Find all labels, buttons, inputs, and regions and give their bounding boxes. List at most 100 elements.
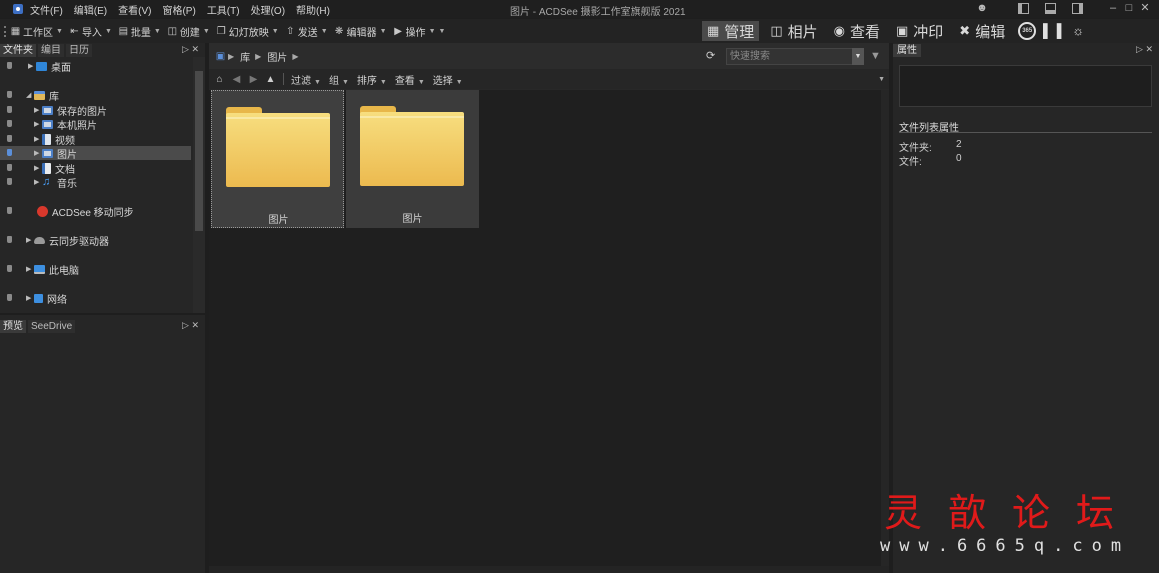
tree-item-video[interactable]: ▶ 视频	[0, 132, 191, 147]
pin-icon[interactable]	[7, 294, 12, 301]
mode-edit-tab[interactable]: ✖ 编辑	[954, 21, 1010, 41]
tree-item-camera-roll[interactable]: ▶ 本机照片	[0, 117, 191, 132]
menu-tools[interactable]: 工具(T)	[207, 2, 240, 17]
breadcrumb-library[interactable]: 库	[240, 49, 250, 64]
tree-item-desktop[interactable]: ▶ 桌面	[0, 59, 191, 74]
tree-item-pictures[interactable]: ▶ 图片	[0, 146, 191, 161]
mode-photos-tab[interactable]: ◫ 相片	[765, 21, 822, 41]
account-icon[interactable]: ☻	[974, 1, 990, 15]
expand-arrow-icon[interactable]: ▶	[26, 236, 34, 244]
pin-icon[interactable]	[7, 62, 12, 69]
home-icon[interactable]: ⌂	[213, 73, 226, 86]
tree-item-documents[interactable]: ▶ 文档	[0, 161, 191, 176]
layout-right-panel-icon[interactable]	[1072, 2, 1083, 14]
pin-icon[interactable]	[7, 164, 12, 171]
sort-menu[interactable]: 排序 ▼	[357, 72, 387, 87]
close-button[interactable]: ✕	[1137, 1, 1153, 15]
tab-preview[interactable]: 预览	[0, 320, 26, 333]
toolbar-import-button[interactable]: ⇤ 导入 ▼	[69, 24, 112, 39]
pin-icon[interactable]	[7, 149, 12, 156]
mode-develop-tab[interactable]: ▣ 冲印	[891, 21, 948, 41]
expand-arrow-icon[interactable]: ▶	[34, 135, 42, 143]
view-menu[interactable]: 查看 ▼	[395, 72, 425, 87]
filter-menu[interactable]: 过滤 ▼	[291, 72, 321, 87]
layout-bottom-panel-icon[interactable]	[1045, 2, 1056, 14]
menu-help[interactable]: 帮助(H)	[296, 2, 330, 17]
filter-funnel-icon[interactable]: ▼	[870, 49, 884, 63]
tree-item-acdsee-mobile-sync[interactable]: ACDSee 移动同步	[0, 204, 191, 219]
tree-item-library[interactable]: ◢ 库	[0, 88, 191, 103]
menu-file[interactable]: 文件(F)	[30, 2, 63, 17]
tree-item-music[interactable]: ▶ ♫ 音乐	[0, 175, 191, 190]
tab-catalog[interactable]: 编目	[38, 44, 64, 57]
pin-icon[interactable]	[7, 236, 12, 243]
toolbar-workspace-button[interactable]: ▦ 工作区 ▼	[10, 24, 63, 39]
toolbar-send-button[interactable]: ⇧ 发送 ▼	[285, 24, 328, 39]
dashboard-bars-icon[interactable]: ▌▐	[1042, 21, 1062, 41]
up-folder-icon[interactable]: ▲	[264, 73, 277, 86]
back-icon[interactable]: ◀	[230, 73, 243, 86]
expand-arrow-icon[interactable]: ▶	[34, 120, 42, 128]
tab-properties[interactable]: 属性	[893, 43, 921, 57]
tree-item-this-pc[interactable]: ▶ 此电脑	[0, 262, 191, 277]
pin-icon[interactable]	[7, 207, 12, 214]
pin-icon[interactable]	[7, 106, 12, 113]
nav-overflow-icon[interactable]: ▼	[878, 76, 885, 83]
pin-icon[interactable]	[7, 265, 12, 272]
toolbar-batch-button[interactable]: ▤ 批量 ▼	[118, 24, 161, 39]
minimize-button[interactable]: –	[1105, 1, 1121, 15]
panel-pin-close-controls[interactable]: ▷ ✕	[1136, 44, 1153, 55]
menu-edit[interactable]: 编辑(E)	[74, 2, 107, 17]
acdsee-365-icon[interactable]: 365	[1018, 22, 1037, 40]
quick-search-input[interactable]: 快速搜索	[726, 48, 863, 65]
acdsee-app-icon[interactable]	[13, 4, 23, 14]
folder-tile[interactable]: 图片	[211, 90, 344, 228]
toolbar-create-button[interactable]: ◫ 创建 ▼	[167, 24, 210, 39]
computer-icon[interactable]: ▣	[215, 51, 226, 62]
search-dropdown-button[interactable]: ▼	[852, 48, 864, 65]
scrollbar-thumb[interactable]	[195, 71, 203, 231]
breadcrumb-separator-icon[interactable]: ▶	[292, 52, 298, 61]
toolbar-actions-button[interactable]: ▶ 操作 ▼ ▼	[393, 24, 446, 39]
mode-manage-tab[interactable]: ▦ 管理	[702, 21, 760, 41]
breadcrumb-separator-icon[interactable]: ▶	[228, 52, 234, 61]
pin-icon[interactable]	[7, 135, 12, 142]
tree-item-saved-pictures[interactable]: ▶ 保存的图片	[0, 103, 191, 118]
pin-icon[interactable]	[7, 91, 12, 98]
expand-arrow-icon[interactable]: ▶	[34, 106, 42, 114]
group-menu[interactable]: 组 ▼	[329, 72, 349, 87]
breadcrumb-pictures[interactable]: 图片	[267, 49, 287, 64]
panel-pin-close-controls[interactable]: ▷ ✕	[182, 320, 199, 331]
wifi-eye-icon[interactable]: ☼	[1068, 21, 1088, 41]
collapse-arrow-icon[interactable]: ◢	[26, 91, 34, 99]
folder-tile[interactable]: 图片	[346, 90, 479, 228]
tab-seedrive[interactable]: SeeDrive	[28, 320, 76, 333]
breadcrumb-separator-icon[interactable]: ▶	[255, 52, 261, 61]
expand-arrow-icon[interactable]: ▶	[34, 164, 42, 172]
toolbar-overflow-icon[interactable]: ▼	[439, 28, 446, 35]
menu-process[interactable]: 处理(O)	[251, 2, 285, 17]
tree-item-network[interactable]: ▶ 网络	[0, 291, 191, 306]
menu-pane[interactable]: 窗格(P)	[162, 2, 195, 17]
refresh-icon[interactable]: ⟳	[706, 49, 720, 63]
pin-icon[interactable]	[7, 120, 12, 127]
tree-item-cloud-sync[interactable]: ▶ 云同步驱动器	[0, 233, 191, 248]
expand-arrow-icon[interactable]: ▶	[34, 178, 42, 186]
expand-arrow-icon[interactable]: ▶	[28, 62, 36, 70]
pin-icon[interactable]	[7, 178, 12, 185]
select-menu[interactable]: 选择 ▼	[433, 72, 463, 87]
maximize-button[interactable]: □	[1121, 1, 1137, 15]
folder-tree-scrollbar[interactable]	[193, 57, 205, 313]
forward-icon[interactable]: ▶	[247, 73, 260, 86]
expand-arrow-icon[interactable]: ▶	[34, 149, 42, 157]
expand-arrow-icon[interactable]: ▶	[26, 265, 34, 273]
expand-arrow-icon[interactable]: ▶	[26, 294, 34, 302]
layout-left-panel-icon[interactable]	[1018, 2, 1029, 14]
panel-pin-close-controls[interactable]: ▷ ✕	[182, 44, 199, 55]
toolbar-slideshow-button[interactable]: ❐ 幻灯放映 ▼	[216, 24, 279, 39]
menu-view[interactable]: 查看(V)	[118, 2, 151, 17]
tab-folders[interactable]: 文件夹	[0, 44, 36, 57]
tab-calendar[interactable]: 日历	[66, 44, 92, 57]
mode-view-tab[interactable]: ◉ 查看	[829, 21, 885, 41]
toolbar-editor-button[interactable]: ❋ 编辑器 ▼	[334, 24, 387, 39]
